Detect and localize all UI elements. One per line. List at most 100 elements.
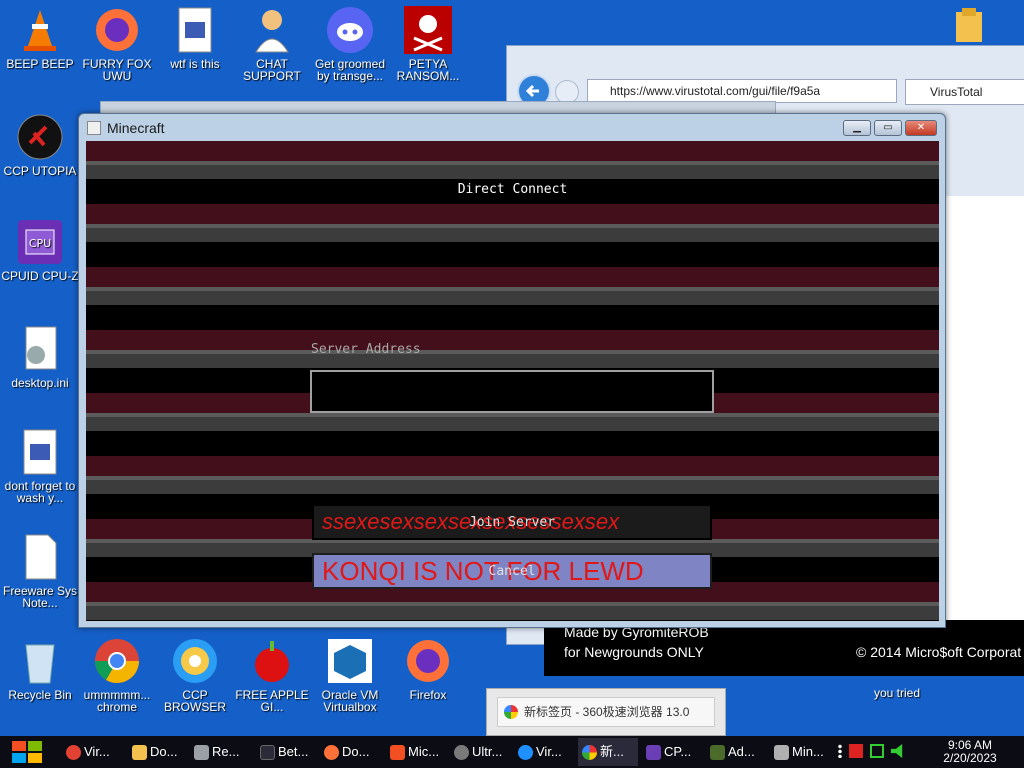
app-icon — [646, 745, 661, 760]
minecraft-screen: Direct Connect Server Address ssexesexse… — [86, 141, 939, 621]
address-bar[interactable]: https://www.virustotal.com/gui/file/f9a5… — [587, 79, 897, 103]
taskbar-item-active[interactable]: 新... — [578, 738, 638, 766]
desktop-icon-ccp-browser[interactable]: CCP BROWSER — [155, 637, 235, 713]
folder-icon[interactable] — [952, 6, 988, 46]
minimize-button[interactable]: ▁ — [843, 120, 871, 136]
desktop-icon-ccp-utopia[interactable]: CCP UTOPIA — [0, 113, 80, 177]
blank-file-icon — [16, 533, 64, 581]
settings-file-icon — [16, 325, 64, 373]
app-icon — [774, 745, 789, 760]
desktop-icon-label: Freeware Sys Note... — [2, 584, 78, 610]
desktop-icon-virtualbox[interactable]: Oracle VM Virtualbox — [310, 637, 390, 713]
cancel-button[interactable]: KONQI IS NOT FOR LEWD Cancel — [312, 553, 712, 589]
traffic-cone-icon — [16, 6, 64, 54]
flag-icon[interactable] — [849, 744, 863, 758]
minecraft-window[interactable]: Minecraft ▁ ▭ ✕ Direct Connect Server Ad… — [78, 113, 946, 628]
desktop-icon-recycle-bin[interactable]: Recycle Bin — [0, 637, 80, 701]
desktop-icon-you-tried[interactable]: you tried — [857, 687, 937, 699]
taskbar-item[interactable]: Ad... — [706, 738, 766, 766]
desktop-icon-label: wtf is this — [170, 57, 220, 71]
document-icon — [16, 428, 64, 476]
desktop-icon-label: PETYA RANSOM... — [396, 57, 460, 83]
taskbar-item[interactable]: Do... — [320, 738, 380, 766]
desktop-icon-label: you tried — [873, 686, 921, 700]
clock[interactable]: 9:06 AM 2/20/2023 — [930, 739, 1010, 765]
recycle-bin-icon — [16, 637, 64, 685]
start-button[interactable] — [10, 739, 44, 765]
taskbar-item[interactable]: CP... — [642, 738, 702, 766]
window-title-text: Minecraft — [107, 120, 165, 136]
firefox-icon — [93, 6, 141, 54]
taskbar: Vir... Do... Re... Bet... Do... Mic... U… — [0, 736, 1024, 768]
document-icon — [171, 6, 219, 54]
discord-icon — [326, 6, 374, 54]
desktop-icon-desktop-ini[interactable]: desktop.ini — [0, 325, 80, 389]
window-title: Minecraft — [87, 120, 165, 136]
doctor-icon — [248, 6, 296, 54]
browser-tab-virustotal[interactable]: VirusTotal — [905, 79, 1024, 105]
taskbar-preview-tooltip[interactable]: 新标签页 - 360极速浏览器 13.0 — [486, 688, 726, 736]
app-icon — [324, 745, 339, 760]
volume-icon[interactable] — [891, 744, 903, 758]
desktop-icon-free-apple[interactable]: FREE APPLE GI... — [232, 637, 312, 713]
desktop-icon-label: BEEP BEEP — [6, 57, 74, 71]
browser-content — [937, 196, 1024, 636]
maximize-button[interactable]: ▭ — [874, 120, 902, 136]
taskbar-item[interactable]: Bet... — [256, 738, 316, 766]
desktop-icon-freeware[interactable]: Freeware Sys Note... — [0, 533, 80, 609]
colorful-browser-icon — [171, 637, 219, 685]
svg-text:CPU: CPU — [29, 237, 51, 250]
windows-logo-icon — [12, 741, 42, 763]
app-icon — [710, 745, 725, 760]
app-icon — [390, 745, 405, 760]
app-icon — [194, 745, 209, 760]
app-icon — [454, 745, 469, 760]
more-icon[interactable] — [838, 744, 842, 758]
desktop-icon-wtf[interactable]: wtf is this — [155, 6, 235, 70]
desktop-icon-label: ummmmm... chrome — [83, 688, 151, 714]
ccp-emblem-icon — [16, 113, 64, 161]
join-button-label: Join Server — [468, 515, 556, 530]
tooltip-item[interactable]: 新标签页 - 360极速浏览器 13.0 — [497, 697, 715, 727]
desktop-icon-label: CHAT SUPPORT — [243, 57, 301, 83]
desktop-icon-petya[interactable]: PETYA RANSOM... — [388, 6, 468, 82]
taskbar-item[interactable]: Min... — [770, 738, 830, 766]
address-url: https://www.virustotal.com/gui/file/f9a5… — [610, 84, 821, 98]
taskbar-item[interactable]: Ultr... — [450, 738, 510, 766]
app-icon — [260, 745, 275, 760]
desktop-icon-label: CPUID CPU-Z — [1, 269, 79, 283]
taskbar-item[interactable]: Vir... — [62, 738, 122, 766]
join-server-button[interactable]: ssexesexsexsexsexsessexsex Join Server — [312, 504, 712, 540]
close-button[interactable]: ✕ — [905, 120, 937, 136]
desktop-icon-label: Recycle Bin — [8, 688, 72, 702]
tooltip-text: 新标签页 - 360极速浏览器 13.0 — [524, 705, 690, 719]
taskbar-item[interactable]: Do... — [128, 738, 188, 766]
desktop-icon-dont-forget[interactable]: dont forget to wash y... — [0, 428, 80, 504]
desktop-icon-label: dont forget to wash y... — [4, 479, 76, 505]
taskbar-item[interactable]: Re... — [190, 738, 250, 766]
desktop-icon-label: Oracle VM Virtualbox — [321, 688, 379, 714]
taskbar-item[interactable]: Mic... — [386, 738, 446, 766]
app-icon — [66, 745, 81, 760]
system-tray — [838, 744, 905, 758]
desktop-icon-label: Firefox — [409, 688, 447, 702]
server-address-input[interactable] — [310, 370, 714, 413]
desktop-icon-cpuz[interactable]: CPU CPUID CPU-Z — [0, 218, 80, 282]
ad-banner: Made by GyromiteROB for Newgrounds ONLY … — [544, 620, 1024, 676]
desktop-icon-label: Get groomed by transge... — [314, 57, 386, 83]
desktop-icon-furry-fox[interactable]: FURRY FOX UWU — [77, 6, 157, 82]
ad-line2: for Newgrounds ONLY — [564, 644, 704, 660]
desktop-icon-label: FREE APPLE GI... — [235, 688, 309, 714]
server-address-label: Server Address — [311, 342, 421, 357]
desktop-icon-label: FURRY FOX UWU — [82, 57, 152, 83]
cpu-z-icon: CPU — [16, 218, 64, 266]
desktop-icon-chrome[interactable]: ummmmm... chrome — [77, 637, 157, 713]
tab-title: VirusTotal — [930, 85, 983, 99]
desktop-icon-discord[interactable]: Get groomed by transge... — [310, 6, 390, 82]
window-controls: ▁ ▭ ✕ — [843, 120, 937, 136]
desktop-icon-chat-support[interactable]: CHAT SUPPORT — [232, 6, 312, 82]
desktop-icon-beep-beep[interactable]: BEEP BEEP — [0, 6, 80, 70]
taskbar-item[interactable]: Vir... — [514, 738, 574, 766]
network-icon[interactable] — [870, 744, 884, 758]
desktop-icon-firefox[interactable]: Firefox — [388, 637, 468, 701]
